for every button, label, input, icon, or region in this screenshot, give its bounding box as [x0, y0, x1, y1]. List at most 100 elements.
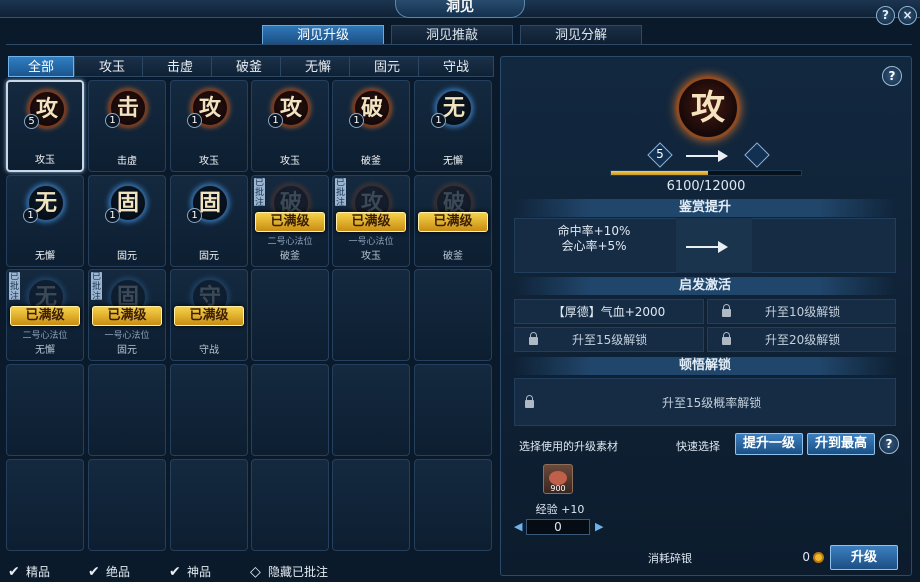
insight-cell[interactable]: 守已满级 守战 [170, 269, 248, 361]
slot-text: 升至20级解锁 [765, 333, 841, 347]
empty-slot [251, 269, 329, 361]
level-badge: 1 [431, 113, 446, 128]
insight-medal-icon: 破1 [349, 89, 391, 128]
filter-hide-annotated[interactable]: ◇ 隐藏已批注 [250, 563, 328, 580]
filter-guyuan[interactable]: 固元 [349, 56, 425, 77]
insight-name: 无懈 [35, 345, 55, 356]
insight-name: 固元 [117, 251, 137, 262]
filter-all[interactable]: 全部 [8, 56, 74, 77]
tab-decompose[interactable]: 洞见分解 [520, 25, 642, 45]
section-activate: 启发激活 [514, 277, 896, 295]
max-level-badge: 已满级 [255, 212, 325, 232]
insight-medal-icon: 固1 [187, 184, 229, 223]
raise-to-max-button[interactable]: 升到最高 [807, 433, 875, 455]
insight-cell[interactable]: 无 1 无懈 [414, 80, 492, 172]
filter-check-jingpin[interactable]: ✔ 精品 [8, 563, 50, 580]
increase-arrow[interactable]: ▶ [595, 520, 603, 533]
material-exp: 经验 +10 [535, 503, 585, 516]
decrease-arrow[interactable]: ◀ [514, 520, 522, 533]
annotated-tag: 已批注 [91, 272, 102, 302]
exp-progress-text: 6100/12000 [666, 179, 746, 194]
level-badge: 1 [105, 113, 120, 128]
stat-list: 命中率+10% 会心率+5% [514, 224, 674, 254]
insight-cell[interactable]: 攻已批注 已满级 一号心法位 攻玉 [332, 175, 410, 267]
section-unlock: 顿悟解锁 [514, 357, 896, 375]
insight-name: 攻玉 [199, 156, 219, 167]
legend-label: 精品 [26, 565, 51, 579]
empty-slot [414, 459, 492, 551]
filter-pofu[interactable]: 破釜 [211, 56, 287, 77]
insight-medal-icon: 无1 [431, 89, 473, 128]
empty-slot [332, 269, 410, 361]
lock-icon [529, 331, 538, 345]
filter-gongyu[interactable]: 攻玉 [74, 56, 150, 77]
unlock-box: 升至15级概率解锁 [514, 378, 896, 426]
level-badge: 1 [349, 113, 364, 128]
insight-name: 攻玉 [361, 251, 381, 262]
activate-slot-4: 升至20级解锁 [707, 327, 896, 352]
insight-cell[interactable]: 固 1 固元 [88, 175, 166, 267]
slot-text: 升至10级解锁 [765, 305, 841, 319]
insight-name: 守战 [199, 345, 219, 356]
activate-slot-3: 升至15级解锁 [514, 327, 704, 352]
lock-icon [722, 331, 731, 345]
empty-slot [88, 459, 166, 551]
raise-one-level-button[interactable]: 提升一级 [735, 433, 803, 455]
help-icon[interactable]: ? [882, 66, 902, 86]
insight-cell[interactable]: 无 1 无懈 [6, 175, 84, 267]
insight-name: 攻玉 [280, 156, 300, 167]
help-icon[interactable]: ? [879, 434, 899, 454]
insight-name: 无懈 [443, 156, 463, 167]
empty-slot [332, 364, 410, 456]
insight-cell[interactable]: 固已批注 已满级 一号心法位 固元 [88, 269, 166, 361]
insight-cell[interactable]: 破已满级 破釜 [414, 175, 492, 267]
filter-check-juepin[interactable]: ✔ 绝品 [88, 563, 130, 580]
insight-cell[interactable]: 无已批注 已满级 二号心法位 无懈 [6, 269, 84, 361]
insight-cell[interactable]: 攻 5 攻玉 [6, 80, 84, 172]
arrow-icon [718, 150, 728, 162]
annotated-tag: 已批注 [254, 178, 265, 208]
quick-select-label: 快速选择 [676, 440, 720, 453]
material-item-icon[interactable]: 900 [543, 464, 573, 494]
activate-slot-2: 升至10级解锁 [707, 299, 896, 324]
filter-shouzhan[interactable]: 守战 [418, 56, 494, 77]
material-count: 900 [550, 484, 566, 493]
insight-cell[interactable]: 破已批注 已满级 二号心法位 破釜 [251, 175, 329, 267]
check-icon: ✔ [8, 564, 20, 580]
lock-icon [525, 394, 534, 408]
tab-upgrade[interactable]: 洞见升级 [262, 25, 384, 45]
quantity-input[interactable]: 0 [526, 519, 590, 535]
insight-cell[interactable]: 攻 1 攻玉 [170, 80, 248, 172]
insight-cell[interactable]: 固 1 固元 [170, 175, 248, 267]
insight-cell[interactable]: 攻 1 攻玉 [251, 80, 329, 172]
empty-slot [332, 459, 410, 551]
cost-value: 0 [802, 550, 810, 564]
empty-slot [6, 459, 84, 551]
insight-medal-icon: 攻5 [24, 90, 66, 129]
close-button[interactable]: × [898, 6, 917, 25]
insight-cell[interactable]: 破 1 破釜 [332, 80, 410, 172]
slot-position: 一号心法位 [348, 237, 394, 247]
insight-name: 无懈 [35, 251, 55, 262]
exp-progress-bar [610, 170, 802, 176]
insight-name: 攻玉 [35, 155, 55, 166]
lock-icon [722, 303, 731, 317]
tab-deliberate[interactable]: 洞见推敲 [391, 25, 513, 45]
upgrade-button[interactable]: 升级 [830, 545, 898, 570]
max-level-badge: 已满级 [174, 306, 244, 326]
filter-wuxie[interactable]: 无懈 [280, 56, 356, 77]
slot-position: 一号心法位 [104, 331, 150, 341]
arrow-icon [718, 241, 728, 253]
level-badge: 1 [105, 208, 120, 223]
max-level-badge: 已满级 [10, 306, 80, 326]
filter-jixu[interactable]: 击虚 [142, 56, 218, 77]
insight-cell[interactable]: 击 1 击虚 [88, 80, 166, 172]
coin-icon [813, 552, 824, 563]
insight-medal-icon: 无1 [23, 184, 65, 223]
legend-label: 隐藏已批注 [268, 565, 329, 579]
help-button[interactable]: ? [876, 6, 895, 25]
filter-check-shenpin[interactable]: ✔ 神品 [169, 563, 211, 580]
diamond-icon: ◇ [250, 564, 261, 580]
max-level-badge: 已满级 [92, 306, 162, 326]
empty-slot [414, 364, 492, 456]
